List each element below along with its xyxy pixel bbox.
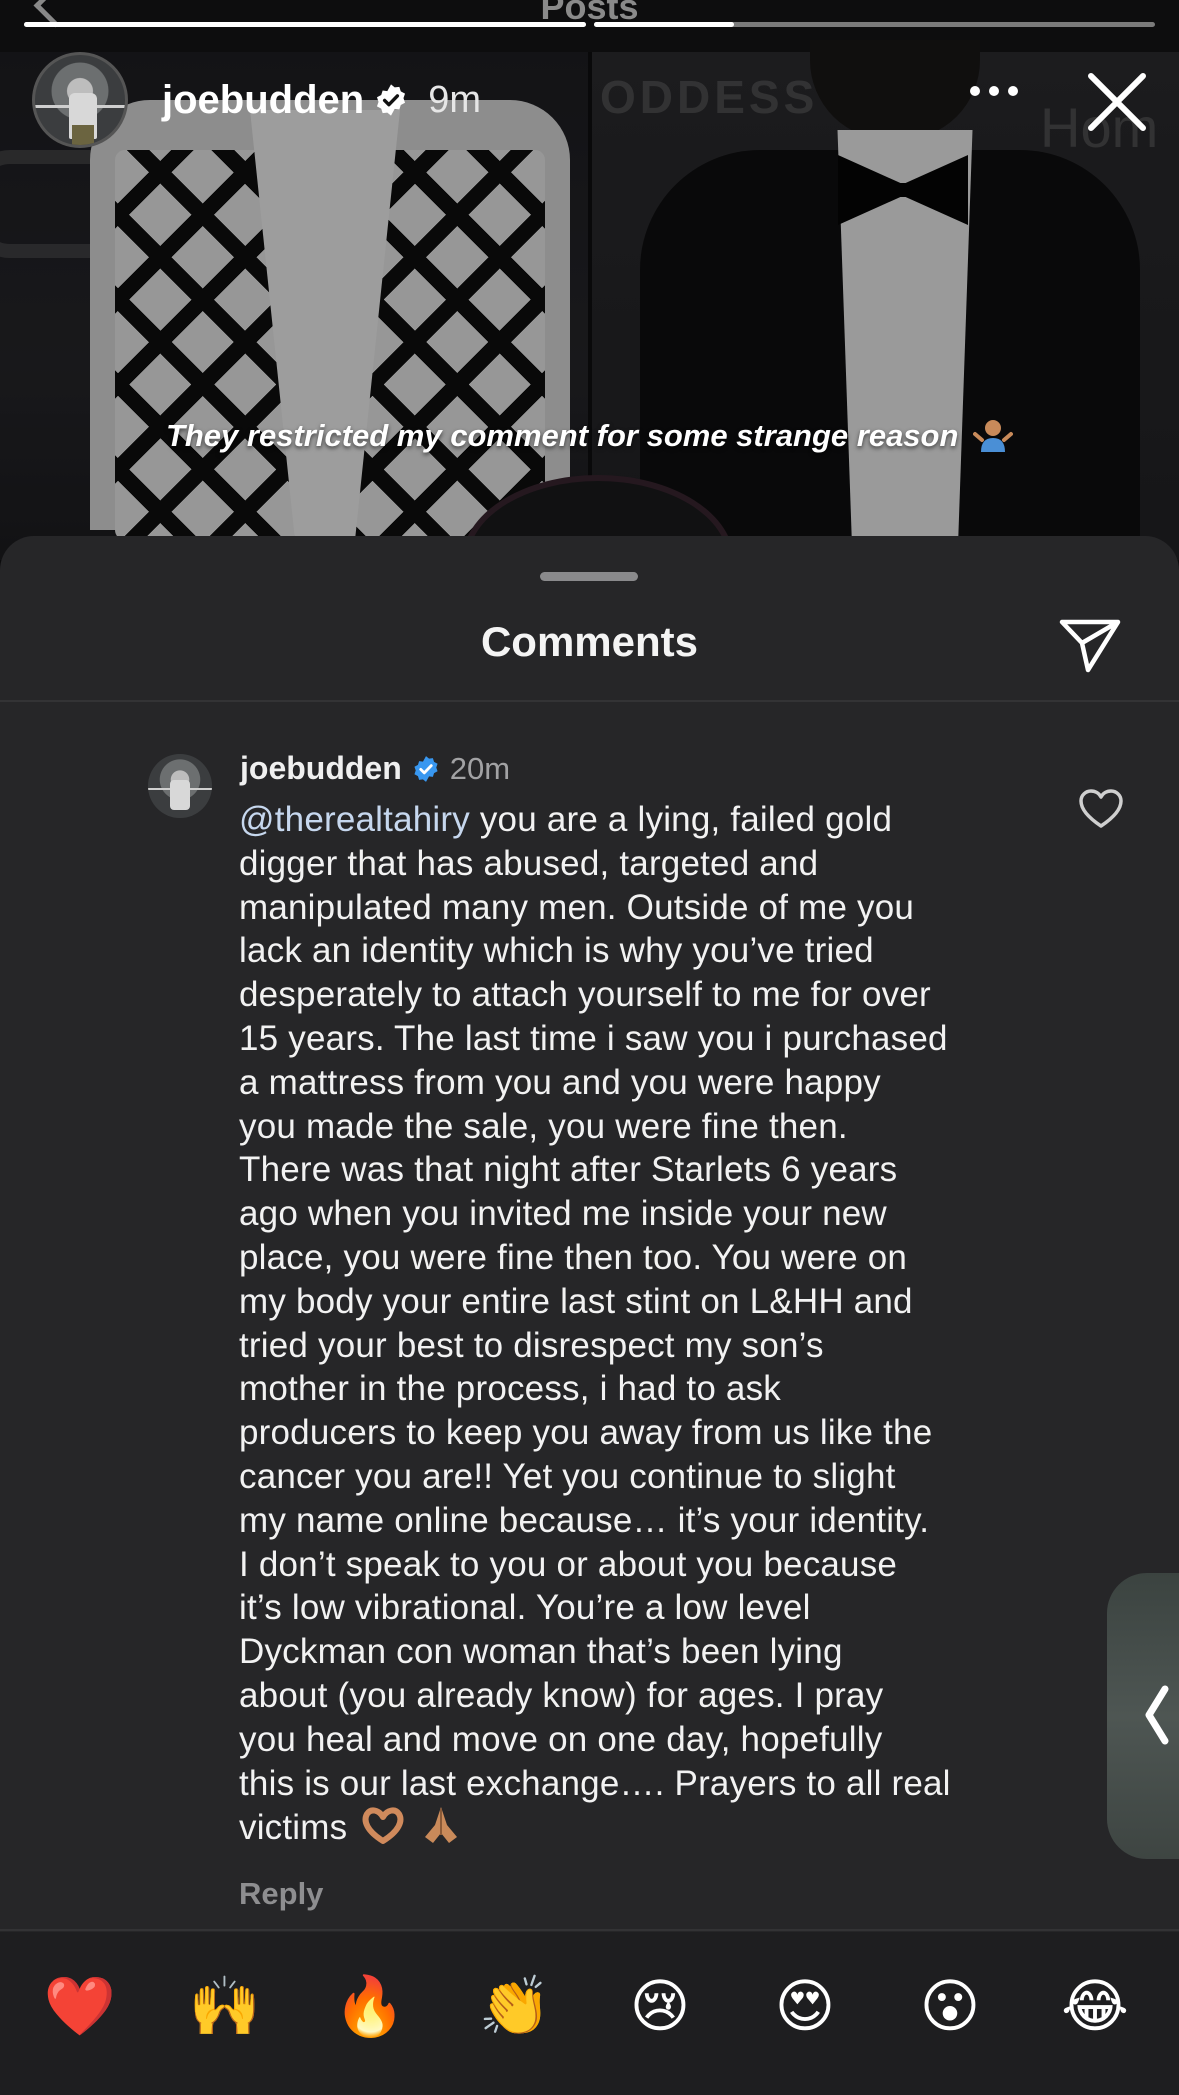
story-progress-fill [594, 22, 735, 27]
chevron-left-icon [1145, 1685, 1169, 1745]
comments-sheet: Comments joebudden 20m @therealtahiry yo… [0, 536, 1179, 2095]
avatar-figure-legs [72, 125, 94, 145]
comment-timestamp: 20m [449, 750, 511, 786]
quick-reactions-bar: ❤️ 🙌 🔥 👏 😢 😍 😮 😂 [0, 1932, 1179, 2095]
comment-line: cancer you are!! Yet you continue to sli… [239, 1456, 896, 1496]
comment-line: lack an identity which is why you’ve tri… [239, 931, 874, 971]
like-heart-icon[interactable] [1078, 788, 1124, 830]
comment-avatar[interactable] [148, 754, 212, 818]
edge-pull-tab[interactable] [1107, 1573, 1179, 1859]
comment-line-text: you are a lying, failed gold [469, 800, 893, 839]
avatar[interactable] [32, 52, 128, 148]
comment-line: a mattress from you and you were happy [239, 1062, 881, 1102]
reactions-divider [0, 1929, 1179, 1931]
story-progress-segment [594, 22, 1155, 27]
reaction-laughing-tears[interactable]: 😂 [1060, 1972, 1130, 2042]
reply-button[interactable]: Reply [239, 1876, 323, 1912]
header-divider [0, 700, 1179, 702]
reaction-red-heart[interactable]: ❤️ [44, 1972, 116, 2042]
story-username[interactable]: joebudden [162, 78, 364, 123]
story-timestamp: 9m [428, 78, 482, 121]
heart-hands-emoji-icon [362, 1807, 404, 1845]
comment-body: @therealtahiry you are a lying, failed g… [239, 798, 1039, 1850]
comment-line: about (you already know) for ages. I pra… [239, 1675, 884, 1715]
comment-line: 15 years. The last time i saw you i purc… [239, 1018, 948, 1058]
comment-line: There was that night after Starlets 6 ye… [239, 1150, 898, 1190]
person-shrugging-emoji-icon [973, 420, 1014, 452]
comment-line: digger that has abused, targeted and [239, 843, 819, 883]
user-mention-link[interactable]: @therealtahiry [239, 800, 470, 839]
comment-header: joebudden 20m [240, 750, 510, 787]
comment-username[interactable]: joebudden [240, 750, 402, 787]
reaction-raising-hands[interactable]: 🙌 [189, 1972, 261, 2042]
more-options-icon[interactable] [970, 86, 1018, 96]
comment-line-text: victims [239, 1808, 348, 1848]
comment-line: this is our last exchange…. Prayers to a… [239, 1763, 951, 1803]
story-caption: They restricted my comment for some stra… [0, 418, 1179, 454]
comments-title: Comments [480, 618, 699, 665]
close-icon[interactable] [1085, 70, 1149, 134]
story-progress-fill [24, 22, 586, 27]
comment-line: tried your best to disrespect my son’s [239, 1325, 824, 1365]
comment-line: I don’t speak to you or about you becaus… [239, 1544, 898, 1584]
comment-line: victims [239, 1805, 1039, 1850]
comment-line: producers to keep you away from us like … [239, 1413, 933, 1453]
reaction-crying-face[interactable]: 😢 [625, 1972, 695, 2042]
verified-badge-icon [374, 83, 408, 117]
comment-line: desperately to attach yourself to me for… [239, 975, 931, 1015]
comment-line: you made the sale, you were fine then. [239, 1106, 848, 1146]
comment-line: mother in the process, i had to ask [239, 1369, 781, 1409]
share-send-icon[interactable] [1058, 616, 1122, 674]
comment-line: manipulated many men. Outside of me you [239, 887, 915, 927]
reaction-surprised-face[interactable]: 😮 [915, 1972, 985, 2042]
comment-line: my body your entire last stint on L&HH a… [239, 1281, 913, 1321]
comment-line: @therealtahiry you are a lying, failed g… [239, 798, 1039, 842]
reaction-clapping[interactable]: 👏 [479, 1972, 551, 2042]
avatar-figure [170, 780, 190, 810]
reaction-heart-eyes[interactable]: 😍 [770, 1972, 840, 2042]
comment-line: my name online because… it’s your identi… [239, 1500, 930, 1540]
comment-line: it’s low vibrational. You’re a low level [239, 1588, 811, 1628]
sheet-drag-handle[interactable] [540, 572, 638, 581]
comment-line: ago when you invited me inside your new [239, 1194, 887, 1234]
comment-line: Dyckman con woman that’s been lying [239, 1632, 843, 1672]
reaction-fire[interactable]: 🔥 [334, 1972, 406, 2042]
verified-badge-icon [414, 755, 438, 782]
story-header: joebudden 9m [32, 52, 481, 148]
praying-hands-emoji-icon [425, 1807, 458, 1844]
comment-line: you heal and move on one day, hopefully [239, 1719, 883, 1759]
comment-line: place, you were fine then too. You were … [239, 1237, 908, 1277]
story-caption-text: They restricted my comment for some stra… [165, 418, 959, 453]
story-progress-segment [24, 22, 586, 27]
